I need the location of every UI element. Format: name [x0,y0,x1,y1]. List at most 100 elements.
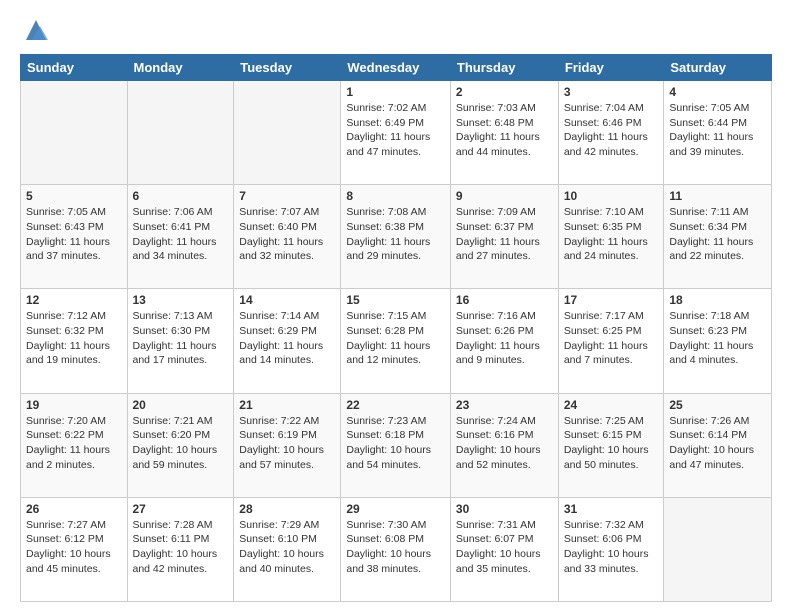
calendar-cell: 14Sunrise: 7:14 AMSunset: 6:29 PMDayligh… [234,289,341,393]
calendar-cell: 15Sunrise: 7:15 AMSunset: 6:28 PMDayligh… [341,289,451,393]
day-info: Sunrise: 7:29 AMSunset: 6:10 PMDaylight:… [239,518,335,577]
day-number: 18 [669,293,766,307]
day-info: Sunrise: 7:14 AMSunset: 6:29 PMDaylight:… [239,309,335,368]
day-number: 20 [133,398,229,412]
day-info: Sunrise: 7:15 AMSunset: 6:28 PMDaylight:… [346,309,445,368]
page: SundayMondayTuesdayWednesdayThursdayFrid… [0,0,792,612]
weekday-header-saturday: Saturday [664,55,772,81]
day-info: Sunrise: 7:08 AMSunset: 6:38 PMDaylight:… [346,205,445,264]
weekday-header-friday: Friday [558,55,664,81]
calendar-cell: 17Sunrise: 7:17 AMSunset: 6:25 PMDayligh… [558,289,664,393]
day-number: 24 [564,398,659,412]
calendar-cell: 3 Sunrise: 7:04 AMSunset: 6:46 PMDaylight… [558,81,664,185]
day-number: 31 [564,502,659,516]
day-number: 23 [456,398,553,412]
day-number: 9 [456,189,553,203]
day-info: Sunrise: 7:06 AMSunset: 6:41 PMDaylight:… [133,205,229,264]
week-row-1: 1 Sunrise: 7:02 AMSunset: 6:49 PMDaylight… [21,81,772,185]
day-info: Sunrise: 7:09 AMSunset: 6:37 PMDaylight:… [456,205,553,264]
day-number: 7 [239,189,335,203]
calendar-cell: 2 Sunrise: 7:03 AMSunset: 6:48 PMDaylight… [450,81,558,185]
day-info: Sunrise: 7:02 AMSunset: 6:49 PMDaylight:… [346,101,445,160]
calendar-cell [21,81,128,185]
logo [20,16,50,44]
calendar-cell: 7 Sunrise: 7:07 AMSunset: 6:40 PMDaylight… [234,185,341,289]
day-info: Sunrise: 7:04 AMSunset: 6:46 PMDaylight:… [564,101,659,160]
day-info: Sunrise: 7:18 AMSunset: 6:23 PMDaylight:… [669,309,766,368]
calendar-cell: 23 Sunrise: 7:24 AMSunset: 6:16 PMDayligh… [450,393,558,497]
calendar-cell: 24Sunrise: 7:25 AMSunset: 6:15 PMDayligh… [558,393,664,497]
calendar-cell: 9 Sunrise: 7:09 AMSunset: 6:37 PMDaylight… [450,185,558,289]
day-info: Sunrise: 7:22 AMSunset: 6:19 PMDaylight:… [239,414,335,473]
calendar-cell: 12Sunrise: 7:12 AMSunset: 6:32 PMDayligh… [21,289,128,393]
calendar-cell: 8Sunrise: 7:08 AMSunset: 6:38 PMDaylight… [341,185,451,289]
calendar-cell: 25 Sunrise: 7:26 AMSunset: 6:14 PMDayligh… [664,393,772,497]
calendar-cell: 29 Sunrise: 7:30 AMSunset: 6:08 PMDayligh… [341,497,451,601]
calendar-cell: 31 Sunrise: 7:32 AMSunset: 6:06 PMDayligh… [558,497,664,601]
day-number: 25 [669,398,766,412]
day-number: 29 [346,502,445,516]
calendar: SundayMondayTuesdayWednesdayThursdayFrid… [20,54,772,602]
day-info: Sunrise: 7:05 AMSunset: 6:44 PMDaylight:… [669,101,766,160]
week-row-4: 19Sunrise: 7:20 AMSunset: 6:22 PMDayligh… [21,393,772,497]
weekday-header-tuesday: Tuesday [234,55,341,81]
day-info: Sunrise: 7:21 AMSunset: 6:20 PMDaylight:… [133,414,229,473]
day-number: 1 [346,85,445,99]
day-number: 10 [564,189,659,203]
day-number: 11 [669,189,766,203]
day-info: Sunrise: 7:10 AMSunset: 6:35 PMDaylight:… [564,205,659,264]
day-number: 28 [239,502,335,516]
calendar-cell: 26Sunrise: 7:27 AMSunset: 6:12 PMDayligh… [21,497,128,601]
day-number: 3 [564,85,659,99]
day-number: 6 [133,189,229,203]
day-info: Sunrise: 7:05 AMSunset: 6:43 PMDaylight:… [26,205,122,264]
week-row-2: 5Sunrise: 7:05 AMSunset: 6:43 PMDaylight… [21,185,772,289]
day-number: 19 [26,398,122,412]
day-info: Sunrise: 7:24 AMSunset: 6:16 PMDaylight:… [456,414,553,473]
weekday-header-thursday: Thursday [450,55,558,81]
day-info: Sunrise: 7:07 AMSunset: 6:40 PMDaylight:… [239,205,335,264]
week-row-5: 26Sunrise: 7:27 AMSunset: 6:12 PMDayligh… [21,497,772,601]
day-number: 16 [456,293,553,307]
day-info: Sunrise: 7:32 AMSunset: 6:06 PMDaylight:… [564,518,659,577]
day-info: Sunrise: 7:17 AMSunset: 6:25 PMDaylight:… [564,309,659,368]
day-info: Sunrise: 7:16 AMSunset: 6:26 PMDaylight:… [456,309,553,368]
calendar-cell [664,497,772,601]
calendar-cell: 30Sunrise: 7:31 AMSunset: 6:07 PMDayligh… [450,497,558,601]
day-info: Sunrise: 7:26 AMSunset: 6:14 PMDaylight:… [669,414,766,473]
day-number: 12 [26,293,122,307]
day-info: Sunrise: 7:30 AMSunset: 6:08 PMDaylight:… [346,518,445,577]
calendar-cell: 13 Sunrise: 7:13 AMSunset: 6:30 PMDayligh… [127,289,234,393]
calendar-cell: 1 Sunrise: 7:02 AMSunset: 6:49 PMDaylight… [341,81,451,185]
day-number: 30 [456,502,553,516]
weekday-header-wednesday: Wednesday [341,55,451,81]
day-info: Sunrise: 7:28 AMSunset: 6:11 PMDaylight:… [133,518,229,577]
calendar-cell: 21 Sunrise: 7:22 AMSunset: 6:19 PMDayligh… [234,393,341,497]
calendar-cell: 28 Sunrise: 7:29 AMSunset: 6:10 PMDayligh… [234,497,341,601]
day-number: 13 [133,293,229,307]
week-row-3: 12Sunrise: 7:12 AMSunset: 6:32 PMDayligh… [21,289,772,393]
calendar-cell: 6 Sunrise: 7:06 AMSunset: 6:41 PMDaylight… [127,185,234,289]
logo-icon [22,16,50,44]
calendar-cell: 16 Sunrise: 7:16 AMSunset: 6:26 PMDayligh… [450,289,558,393]
day-number: 2 [456,85,553,99]
day-info: Sunrise: 7:03 AMSunset: 6:48 PMDaylight:… [456,101,553,160]
day-info: Sunrise: 7:27 AMSunset: 6:12 PMDaylight:… [26,518,122,577]
weekday-header-monday: Monday [127,55,234,81]
day-number: 4 [669,85,766,99]
day-number: 21 [239,398,335,412]
calendar-cell: 18 Sunrise: 7:18 AMSunset: 6:23 PMDayligh… [664,289,772,393]
calendar-cell: 19Sunrise: 7:20 AMSunset: 6:22 PMDayligh… [21,393,128,497]
header [20,16,772,44]
calendar-cell: 11Sunrise: 7:11 AMSunset: 6:34 PMDayligh… [664,185,772,289]
calendar-cell [234,81,341,185]
calendar-cell: 5Sunrise: 7:05 AMSunset: 6:43 PMDaylight… [21,185,128,289]
calendar-cell: 10 Sunrise: 7:10 AMSunset: 6:35 PMDayligh… [558,185,664,289]
day-info: Sunrise: 7:13 AMSunset: 6:30 PMDaylight:… [133,309,229,368]
day-number: 27 [133,502,229,516]
day-number: 22 [346,398,445,412]
calendar-cell [127,81,234,185]
calendar-cell: 20 Sunrise: 7:21 AMSunset: 6:20 PMDayligh… [127,393,234,497]
weekday-header-row: SundayMondayTuesdayWednesdayThursdayFrid… [21,55,772,81]
weekday-header-sunday: Sunday [21,55,128,81]
